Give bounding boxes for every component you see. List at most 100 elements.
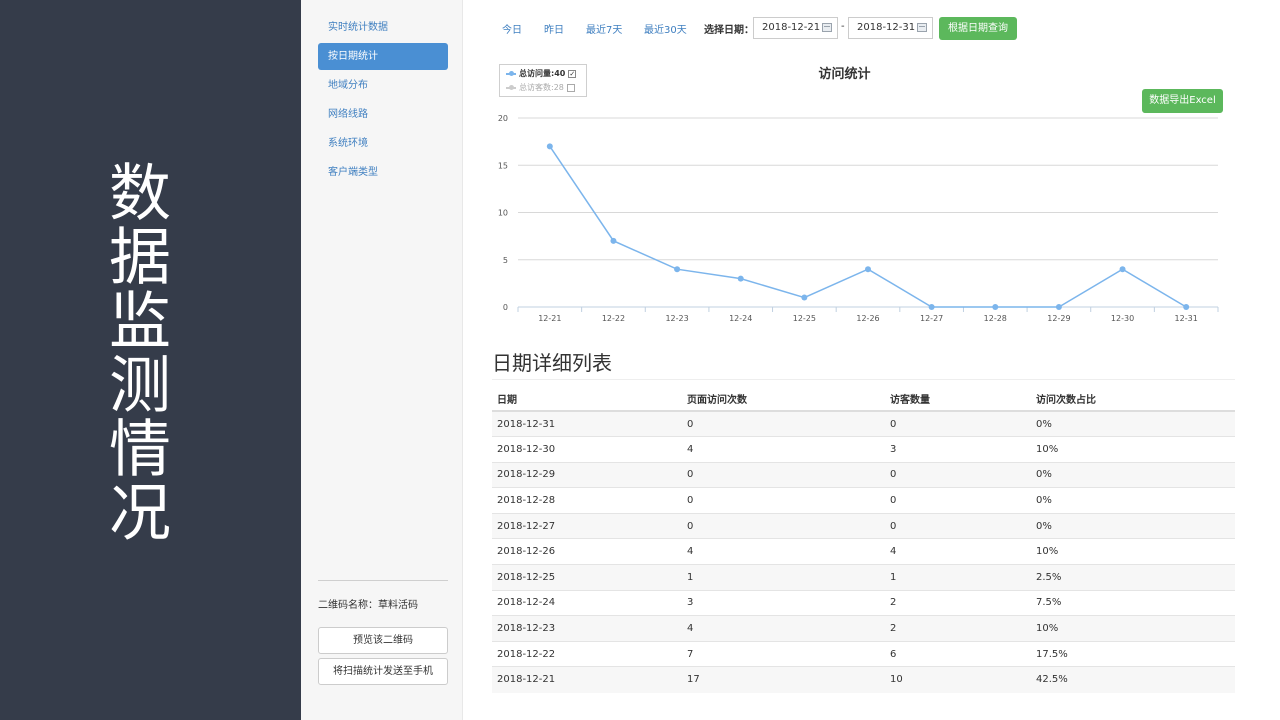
cell-ratio: 0% [1031, 512, 1235, 539]
legend-visitors-label: 总访客数:28 [519, 83, 564, 92]
send-stats-button[interactable]: 将扫描统计发送至手机 [318, 658, 448, 685]
checkbox-unchecked-icon[interactable] [566, 83, 575, 92]
x-tick-label: 12-23 [665, 314, 688, 323]
cell-visitors: 0 [885, 512, 1031, 539]
cell-visitors: 0 [885, 461, 1031, 488]
data-point [928, 304, 935, 310]
start-date-value: 2018-12-21 [762, 22, 821, 33]
list-divider [492, 379, 1235, 380]
cell-visitors: 0 [885, 487, 1031, 514]
column-header-date: 日期 [492, 386, 682, 412]
sidebar-item-by-date[interactable]: 按日期统计 [318, 43, 448, 70]
sidebar-item-region[interactable]: 地域分布 [318, 72, 448, 99]
cell-date: 2018-12-28 [492, 487, 682, 514]
cell-date: 2018-12-30 [492, 436, 682, 463]
data-point [865, 266, 871, 273]
table-row: 2018-12-28 0 0 0% [492, 487, 1235, 514]
filter-last7-link[interactable]: 最近7天 [586, 21, 622, 36]
x-tick-label: 12-30 [1111, 314, 1134, 323]
sidebar-divider [318, 580, 448, 581]
cell-pageviews: 4 [682, 538, 885, 565]
cell-pageviews: 0 [682, 487, 885, 514]
cell-ratio: 2.5% [1031, 564, 1235, 591]
table-row: 2018-12-24 3 2 7.5% [492, 589, 1235, 616]
sidebar: 实时统计数据 按日期统计 地域分布 网络线路 系统环境 客户端类型 二维码名称：… [301, 0, 463, 720]
data-point [546, 143, 553, 150]
sidebar-item-realtime[interactable]: 实时统计数据 [318, 14, 448, 41]
qr-name-label: 二维码名称：草料活码 [318, 600, 418, 611]
cell-pageviews: 0 [682, 410, 885, 437]
table-row: 2018-12-25 1 1 2.5% [492, 564, 1235, 591]
table-row: 2018-12-27 0 0 0% [492, 512, 1235, 539]
table-row: 2018-12-29 0 0 0% [492, 461, 1235, 488]
main-content: 今日 昨日 最近7天 最近30天 选择日期： 2018-12-21 - 2018… [463, 0, 1280, 720]
filter-today-link[interactable]: 今日 [502, 21, 522, 36]
sidebar-item-network[interactable]: 网络线路 [318, 101, 448, 128]
y-tick-label: 20 [498, 114, 508, 123]
date-detail-table: 日期 页面访问次数 访客数量 访问次数占比 2018-12-31 0 0 0% 2018… [492, 386, 1235, 693]
cell-date: 2018-12-25 [492, 564, 682, 591]
cell-date: 2018-12-29 [492, 461, 682, 488]
y-tick-label: 10 [498, 209, 508, 218]
table-body: 2018-12-31 0 0 0% 2018-12-30 4 3 10% 2018-12-29 0… [492, 410, 1235, 693]
legend-item-visitors[interactable]: 总访客数:28 [506, 82, 575, 94]
table-row: 2018-12-30 4 3 10% [492, 436, 1235, 463]
cell-date: 2018-12-31 [492, 410, 682, 437]
x-tick-label: 12-26 [856, 314, 879, 323]
cell-date: 2018-12-24 [492, 589, 682, 616]
data-point [737, 275, 744, 282]
end-date-input[interactable]: 2018-12-31 [848, 17, 933, 39]
x-tick-label: 12-28 [984, 314, 1007, 323]
cell-visitors: 1 [885, 564, 1031, 591]
y-tick-label: 0 [503, 303, 508, 312]
table-row: 2018-12-21 17 10 42.5% [492, 666, 1235, 693]
cell-visitors: 6 [885, 640, 1031, 667]
data-point [674, 266, 681, 273]
list-title: 日期详细列表 [492, 351, 612, 375]
table-row: 2018-12-31 0 0 0% [492, 410, 1235, 437]
data-point [1055, 304, 1062, 310]
cell-visitors: 2 [885, 615, 1031, 642]
data-point [801, 294, 808, 301]
cell-visitors: 0 [885, 410, 1031, 437]
start-date-input[interactable]: 2018-12-21 [753, 17, 838, 39]
table-header-row: 日期 页面访问次数 访客数量 访问次数占比 [492, 386, 1235, 412]
cell-ratio: 10% [1031, 538, 1235, 565]
x-tick-label: 12-24 [729, 314, 752, 323]
calendar-icon [917, 23, 927, 32]
cell-ratio: 7.5% [1031, 589, 1235, 616]
x-tick-label: 12-22 [602, 314, 625, 323]
x-tick-label: 12-25 [793, 314, 816, 323]
cell-pageviews: 0 [682, 512, 885, 539]
chart-title: 访问统计 [818, 67, 871, 82]
preview-qr-button[interactable]: 预览该二维码 [318, 627, 448, 654]
cell-pageviews: 7 [682, 640, 885, 667]
series-line [549, 145, 1187, 308]
cell-ratio: 10% [1031, 436, 1235, 463]
cell-pageviews: 17 [682, 666, 885, 693]
data-point [1119, 266, 1126, 273]
sidebar-item-client[interactable]: 客户端类型 [318, 159, 448, 186]
sidebar-item-system[interactable]: 系统环境 [318, 130, 448, 157]
end-date-value: 2018-12-31 [857, 22, 916, 33]
y-tick-label: 5 [503, 256, 508, 265]
cell-visitors: 2 [885, 589, 1031, 616]
cell-date: 2018-12-21 [492, 666, 682, 693]
data-point [610, 237, 617, 244]
column-header-pageviews: 页面访问次数 [682, 386, 885, 412]
cell-pageviews: 4 [682, 615, 885, 642]
x-tick-label: 12-27 [920, 314, 943, 323]
line-chart: 0 5 10 15 20 12-21 12-22 12-23 12-24 12-25 12-26 12… [498, 114, 1219, 323]
data-point [1183, 304, 1190, 310]
x-tick-label: 12-31 [1175, 314, 1198, 323]
cell-pageviews: 1 [682, 564, 885, 591]
slide-title: 数据监测情况 [98, 160, 171, 544]
query-by-date-button[interactable]: 根据日期查询 [939, 17, 1017, 40]
cell-date: 2018-12-27 [492, 512, 682, 539]
cell-visitors: 3 [885, 436, 1031, 463]
filter-yesterday-link[interactable]: 昨日 [544, 21, 564, 36]
filter-last30-link[interactable]: 最近30天 [644, 21, 687, 36]
select-date-label: 选择日期： [704, 25, 754, 36]
x-tick-label: 12-29 [1047, 314, 1070, 323]
table-row: 2018-12-26 4 4 10% [492, 538, 1235, 565]
